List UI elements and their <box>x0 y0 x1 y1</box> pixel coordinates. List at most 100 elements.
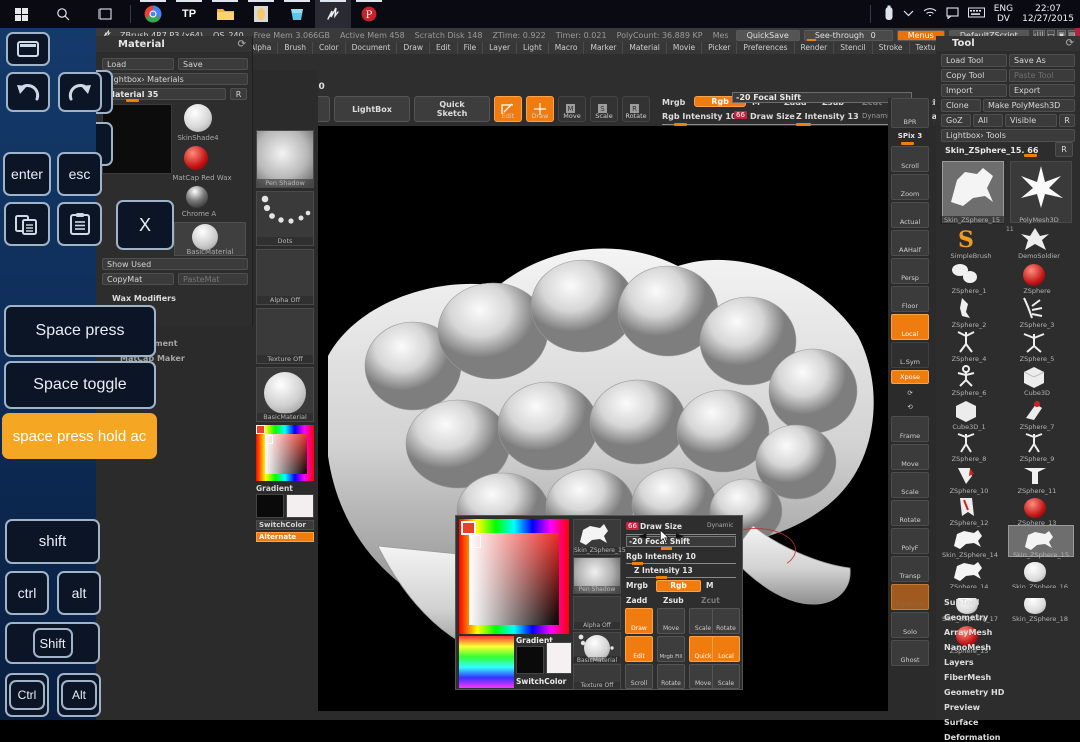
current-material-knob[interactable] <box>126 99 139 102</box>
taskbar-app-zbrush[interactable] <box>315 0 351 28</box>
copy-tool-button[interactable]: Copy Tool <box>941 69 1007 82</box>
popup-gradient-picker[interactable] <box>459 636 514 688</box>
move-nav-button[interactable]: Move <box>891 444 929 470</box>
subpalette-fibermesh[interactable]: FiberMesh <box>944 673 991 682</box>
mrgb-button[interactable]: Mrgb <box>662 98 685 107</box>
space-press-key[interactable]: Space press <box>4 305 156 357</box>
tool-r2-button[interactable]: R <box>1055 142 1073 157</box>
popup-z-intensity-slider[interactable]: Z Intensity 13 <box>634 566 693 575</box>
material-sphere-skinshade4[interactable] <box>184 104 212 132</box>
section-wax-modifiers[interactable]: Wax Modifiers <box>112 294 176 303</box>
alpha-off[interactable]: Alpha Off <box>256 249 314 305</box>
subpalette-nanomesh[interactable]: NanoMesh <box>944 643 991 652</box>
popup-secondary-color[interactable] <box>546 642 572 674</box>
paste-mat-button[interactable]: PasteMat <box>178 273 248 285</box>
scale-button[interactable]: S Scale <box>590 96 618 122</box>
zoom-button[interactable]: Zoom <box>891 174 929 200</box>
menu-edit[interactable]: Edit <box>430 42 458 54</box>
refresh-icon[interactable]: ⟳ <box>1066 38 1074 49</box>
speech-bubble-icon[interactable] <box>946 6 959 22</box>
paste-tool-button[interactable]: Paste Tool <box>1009 69 1075 82</box>
move-button[interactable]: M Move <box>558 96 586 122</box>
shift-key-upper[interactable]: Shift <box>5 622 100 664</box>
tool-thumb-skin-zsphere-15-big[interactable] <box>942 161 1004 223</box>
popup-rgb-intensity-slider[interactable]: Rgb Intensity 10 <box>626 552 696 561</box>
export-button[interactable]: Export <box>1009 84 1075 97</box>
menu-brush[interactable]: Brush <box>278 42 313 54</box>
solo-button[interactable]: Solo <box>891 612 929 638</box>
tool-thumb-cube3d-1[interactable] <box>952 398 980 424</box>
tool-thumb-polymesh3d[interactable] <box>1010 161 1072 223</box>
popup-alpha-tile[interactable]: Alpha Off <box>573 596 621 630</box>
taskbar-app-store[interactable] <box>279 0 315 28</box>
import-button[interactable]: Import <box>941 84 1007 97</box>
shift-key[interactable]: shift <box>5 519 100 564</box>
tool-thumb-zsphere[interactable] <box>1020 262 1048 288</box>
keycast-x[interactable]: X <box>116 200 174 250</box>
menu-light[interactable]: Light <box>517 42 549 54</box>
menu-preferences[interactable]: Preferences <box>737 42 795 54</box>
spix-slider[interactable]: SPix 3 <box>891 130 929 142</box>
material-r-button[interactable]: R <box>230 88 247 100</box>
rgb-intensity-slider[interactable]: Rgb Intensity 10 <box>662 112 736 121</box>
subpalette-subtool[interactable]: SubTool <box>944 598 979 607</box>
ghost-button[interactable]: Ghost <box>891 640 929 666</box>
popup-color-picker[interactable] <box>459 519 569 634</box>
popup-texture-tile[interactable]: Texture Off <box>573 664 621 690</box>
rotate-nav-button[interactable]: Rotate <box>891 500 929 526</box>
popup-zsub-button[interactable]: Zsub <box>663 596 684 605</box>
see-through-slider[interactable]: See-through 0 <box>803 29 893 41</box>
current-material-slider[interactable]: Material 35 <box>102 88 226 100</box>
task-view-icon[interactable] <box>84 0 126 28</box>
popup-scroll-button[interactable]: Scroll <box>625 664 653 689</box>
taskbar-app-file-explorer[interactable] <box>207 0 243 28</box>
popup-local-button[interactable]: Local <box>712 636 740 662</box>
alt-key[interactable]: alt <box>57 571 101 615</box>
menu-color[interactable]: Color <box>313 42 346 54</box>
ctrl-key[interactable]: ctrl <box>5 571 49 615</box>
tool-thumb-skin-zsphere-14[interactable] <box>948 528 988 552</box>
start-button[interactable] <box>0 0 42 28</box>
gradient-label[interactable]: Gradient <box>256 484 293 493</box>
popup-z-intensity-knob[interactable] <box>656 576 667 579</box>
subpalette-geometry-hd[interactable]: Geometry HD <box>944 688 1004 697</box>
popup-rotate2-button[interactable]: Rotate <box>657 664 685 689</box>
tool-thumb-zsphere-6[interactable] <box>950 364 982 390</box>
refresh-icon[interactable]: ⟳ <box>238 39 246 50</box>
edit-button[interactable]: Edit <box>494 96 522 122</box>
menu-file[interactable]: File <box>458 42 484 54</box>
popup-main-color[interactable] <box>516 646 544 674</box>
switch-color-button[interactable]: SwitchColor <box>256 520 314 530</box>
taskbar-app-tp[interactable]: TP <box>171 0 207 28</box>
floor-button[interactable]: Floor <box>891 286 929 312</box>
popup-scale2-button[interactable]: Scale <box>712 664 740 689</box>
space-press-hold-key[interactable]: space press hold ac <box>2 413 157 459</box>
menu-movie[interactable]: Movie <box>667 42 703 54</box>
menu-macro[interactable]: Macro <box>549 42 585 54</box>
tool-thumb-zsphere-14[interactable] <box>948 560 988 584</box>
alt-key-upper[interactable]: Alt <box>57 673 101 717</box>
popup-tool-thumb[interactable]: Skin_ZSphere_15 <box>573 519 626 555</box>
rotate-button[interactable]: R Rotate <box>622 96 650 122</box>
frame-button[interactable]: Frame <box>891 416 929 442</box>
popup-color-sv-area[interactable] <box>469 533 559 625</box>
popup-material-sphere-tile[interactable]: BasicMaterial <box>573 634 621 664</box>
z-intensity-slider[interactable]: Z Intensity 13 <box>796 112 859 121</box>
menu-draw[interactable]: Draw <box>397 42 431 54</box>
tool-thumb-zsphere-11[interactable] <box>1020 464 1050 488</box>
tool-thumb-zsphere-12[interactable] <box>952 496 982 520</box>
popup-z-intensity-track[interactable] <box>626 577 736 578</box>
tool-thumb-zsphere-9[interactable] <box>1018 432 1050 456</box>
material-load-button[interactable]: Load <box>102 58 174 70</box>
subpalette-arraymesh[interactable]: ArrayMesh <box>944 628 992 637</box>
persp-button[interactable]: Persp <box>891 258 929 284</box>
material-sphere-chrome-a[interactable] <box>186 186 208 208</box>
copy-key[interactable] <box>4 202 50 246</box>
chevron-up-icon[interactable] <box>903 9 914 20</box>
popup-dynamic-label[interactable]: Dynamic <box>707 522 733 529</box>
lightbox-button[interactable]: LightBox <box>334 96 410 122</box>
menu-material[interactable]: Material <box>623 42 667 54</box>
xpose-button[interactable]: Xpose <box>891 370 929 384</box>
tool-thumb-zsphere-1[interactable] <box>948 262 984 288</box>
tool-thumb-zsphere-2[interactable] <box>952 296 980 322</box>
